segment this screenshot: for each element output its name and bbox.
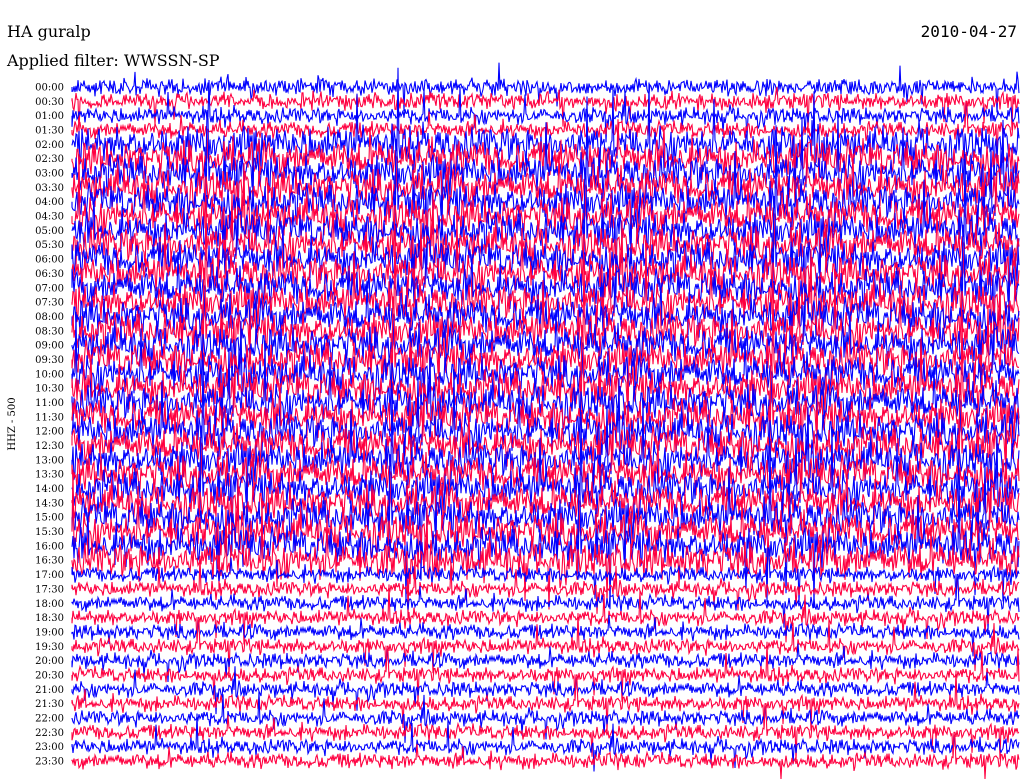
- time-tick-label: 06:30: [35, 269, 64, 280]
- trace-line: [71, 613, 1020, 674]
- time-tick-label: 09:00: [35, 341, 64, 352]
- time-tick-label: 18:30: [35, 613, 64, 624]
- time-axis: 00:00 00:30 01:00 01:30 02:00 02:30 03:00 03:30…: [35, 83, 64, 768]
- time-tick-label: 10:00: [35, 369, 64, 380]
- time-tick-label: 15:00: [35, 513, 64, 524]
- trace-line: [71, 733, 1020, 780]
- trace-line: [71, 62, 1020, 113]
- time-tick-label: 15:30: [35, 527, 64, 538]
- time-tick-label: 04:00: [35, 197, 64, 208]
- time-tick-label: 18:00: [35, 599, 64, 610]
- time-tick-label: 00:00: [35, 83, 64, 94]
- time-tick-label: 22:30: [35, 728, 64, 739]
- time-tick-label: 06:00: [35, 255, 64, 266]
- time-tick-label: 13:30: [35, 470, 64, 481]
- time-tick-label: 05:00: [35, 226, 64, 237]
- time-tick-label: 23:00: [35, 742, 64, 753]
- time-tick-label: 08:30: [35, 326, 64, 337]
- time-tick-label: 22:00: [35, 714, 64, 725]
- time-tick-label: 04:30: [35, 212, 64, 223]
- time-tick-label: 03:30: [35, 183, 64, 194]
- time-tick-label: 19:00: [35, 627, 64, 638]
- time-tick-label: 21:00: [35, 685, 64, 696]
- time-tick-label: 12:30: [35, 441, 64, 452]
- time-tick-label: 20:00: [35, 656, 64, 667]
- time-tick-label: 17:30: [35, 584, 64, 595]
- time-tick-label: 02:00: [35, 140, 64, 151]
- time-tick-label: 00:30: [35, 97, 64, 108]
- helicorder-plot: 00:00 00:30 01:00 01:30 02:00 02:30 03:00 03:30…: [7, 62, 1020, 780]
- time-tick-label: 07:30: [35, 298, 64, 309]
- time-tick-label: 02:30: [35, 154, 64, 165]
- time-tick-label: 03:00: [35, 169, 64, 180]
- y-axis-label: HHZ - 500: [7, 397, 18, 450]
- time-tick-label: 19:30: [35, 642, 64, 653]
- time-tick-label: 21:30: [35, 699, 64, 710]
- time-tick-label: 01:30: [35, 126, 64, 137]
- time-tick-label: 08:00: [35, 312, 64, 323]
- trace-layer: [71, 62, 1020, 780]
- time-tick-label: 07:00: [35, 283, 64, 294]
- time-tick-label: 17:00: [35, 570, 64, 581]
- trace-line: [71, 153, 1020, 294]
- time-tick-label: 09:30: [35, 355, 64, 366]
- time-tick-label: 13:00: [35, 455, 64, 466]
- time-tick-label: 14:30: [35, 498, 64, 509]
- time-tick-label: 12:00: [35, 427, 64, 438]
- time-tick-label: 20:30: [35, 671, 64, 682]
- time-tick-label: 23:30: [35, 757, 64, 768]
- time-tick-label: 16:00: [35, 541, 64, 552]
- time-tick-label: 14:00: [35, 484, 64, 495]
- time-tick-label: 10:30: [35, 384, 64, 395]
- time-tick-label: 16:30: [35, 556, 64, 567]
- time-tick-label: 11:00: [35, 398, 64, 409]
- time-tick-label: 01:00: [35, 111, 64, 122]
- time-tick-label: 05:30: [35, 240, 64, 251]
- time-tick-label: 11:30: [35, 412, 64, 423]
